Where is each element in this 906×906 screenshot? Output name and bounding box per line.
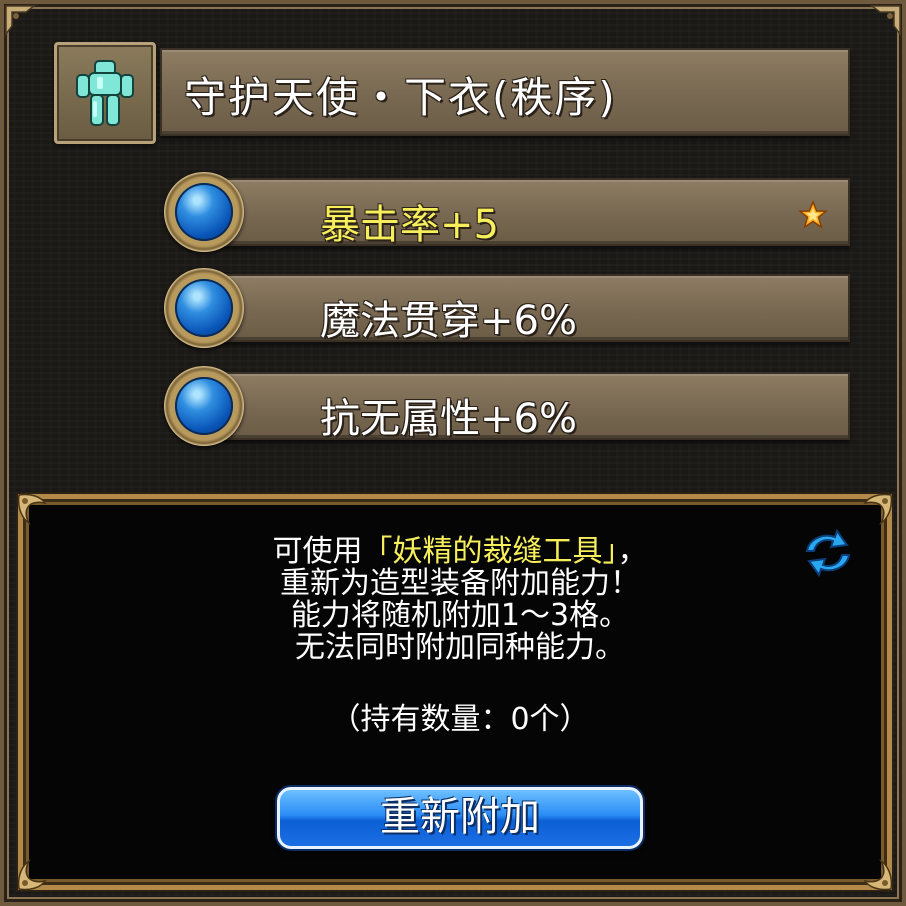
blue-orb-icon — [164, 268, 244, 348]
panel-corner-ornament-icon — [15, 491, 59, 535]
blue-orb-icon — [164, 366, 244, 446]
owned-count: （持有数量：0个） — [330, 702, 590, 737]
info-panel: 可使用「妖精的裁缝工具」， 重新为造型装备附加能力！ 能力将随机附加1～3格。 … — [15, 491, 895, 893]
info-line-1: 可使用「妖精的裁缝工具」， — [23, 537, 897, 567]
refresh-icon[interactable] — [799, 529, 857, 577]
panel-corner-ornament-icon — [851, 491, 895, 535]
ability-window: 守护天使・下衣(秩序) 暴击率+5 魔法贯穿+6% 抗无属性+6% 可使用「妖精… — [0, 0, 906, 906]
blue-orb-icon — [164, 172, 244, 252]
attribute-bar: 抗无属性+6% — [224, 372, 850, 442]
info-line-3: 能力将随机附加1～3格。 — [290, 598, 630, 633]
attribute-label: 魔法贯穿+6% — [320, 298, 577, 344]
attribute-row[interactable]: 暴击率+5 — [164, 172, 854, 252]
info-line-1-suffix: ， — [617, 534, 648, 569]
attribute-row[interactable]: 抗无属性+6% — [164, 366, 854, 446]
info-line-4: 无法同时附加同种能力。 — [295, 630, 625, 665]
item-name-bar: 守护天使・下衣(秩序) — [160, 48, 850, 136]
attribute-bar: 魔法贯穿+6% — [224, 274, 850, 344]
armor-icon — [76, 60, 134, 126]
corner-ornament-icon — [4, 4, 42, 42]
corner-ornament-icon — [864, 4, 902, 42]
panel-corner-ornament-icon — [15, 849, 59, 893]
attribute-row[interactable]: 魔法贯穿+6% — [164, 268, 854, 348]
panel-corner-ornament-icon — [851, 849, 895, 893]
info-line-2: 重新为造型装备附加能力！ — [280, 566, 640, 601]
attribute-label: 抗无属性+6% — [320, 396, 577, 442]
reattach-button[interactable]: 重新附加 — [277, 787, 643, 849]
item-name: 守护天使・下衣(秩序) — [184, 73, 617, 122]
attribute-label: 暴击率+5 — [320, 202, 499, 248]
item-icon-slot[interactable] — [54, 42, 156, 144]
tool-name: 「妖精的裁缝工具」 — [362, 534, 618, 569]
info-line-1-prefix: 可使用 — [272, 534, 363, 569]
attribute-bar: 暴击率+5 — [224, 178, 850, 248]
star-icon — [798, 200, 828, 229]
